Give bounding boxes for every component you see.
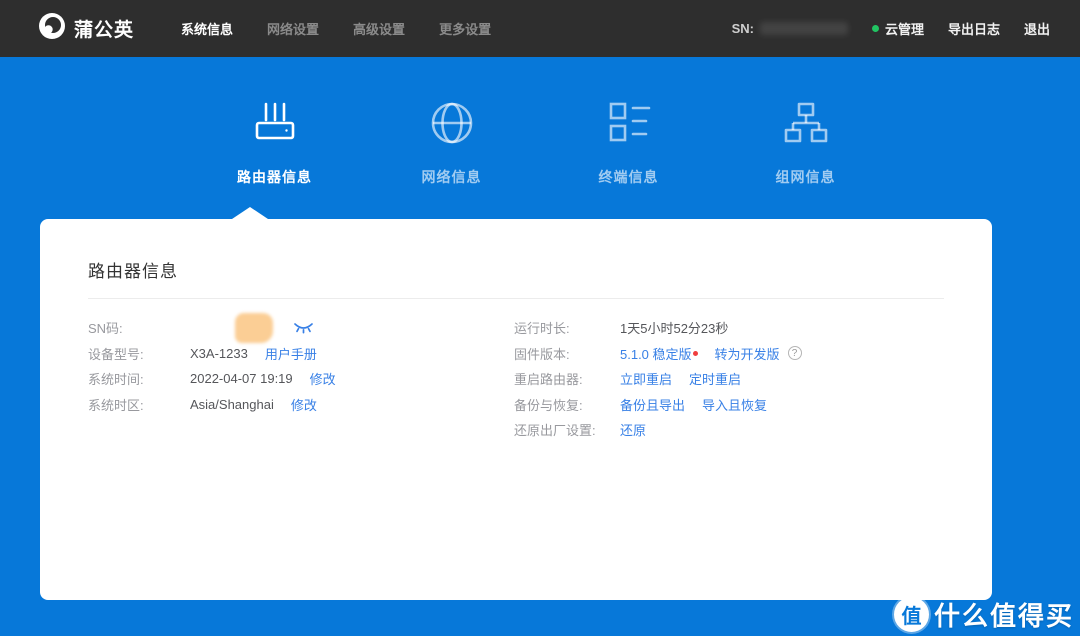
router-info-card: 路由器信息 SN码: 设备型号: X3A-1233 用户手册 系统时间: 202… [40, 207, 992, 600]
device-model-label: 设备型号: [88, 346, 144, 362]
timezone-value: Asia/Shanghai [190, 396, 274, 412]
brand-name: 蒲公英 [74, 20, 135, 41]
terminal-list-icon [603, 97, 655, 149]
main-menu: 系统信息 网络设置 高级设置 更多设置 [172, 13, 500, 44]
menu-item-more-settings[interactable]: 更多设置 [430, 13, 500, 44]
system-time-value: 2022-04-07 19:19 [190, 371, 293, 387]
user-manual-link[interactable]: 用户手册 [265, 344, 317, 363]
globe-icon [426, 97, 478, 149]
info-column-left: SN码: 设备型号: X3A-1233 用户手册 系统时间: 2022-04-0… [88, 312, 514, 443]
cloud-management-link[interactable]: 云管理 [871, 19, 924, 38]
navbar-right: SN: 云管理 导出日志 退出 [732, 19, 1050, 38]
smzdm-watermark-text: 什么值得买 [933, 601, 1074, 631]
system-time-label: 系统时间: [88, 372, 144, 388]
info-grid: SN码: 设备型号: X3A-1233 用户手册 系统时间: 2022-04-0… [88, 312, 944, 443]
row-timezone: 系统时区: Asia/Shanghai 修改 [88, 392, 514, 418]
title-divider [88, 298, 944, 299]
menu-item-advanced-settings[interactable]: 高级设置 [344, 13, 414, 44]
card-title: 路由器信息 [88, 262, 178, 281]
timezone-label: 系统时区: [88, 397, 144, 413]
scheduled-reboot-link[interactable]: 定时重启 [689, 369, 741, 388]
eye-closed-icon[interactable] [293, 321, 314, 334]
firmware-label: 固件版本: [514, 346, 570, 362]
reboot-now-link[interactable]: 立即重启 [620, 369, 672, 388]
info-column-right: 运行时长: 1天5小时52分23秒 固件版本: 5.1.0 稳定版 转为开发版 … [514, 315, 944, 443]
tab-networking-info-label: 组网信息 [775, 169, 836, 185]
help-icon[interactable]: ? [787, 346, 802, 361]
device-model-value: X3A-1233 [190, 345, 248, 361]
tab-terminal-info-label: 终端信息 [598, 169, 659, 185]
tab-router-info[interactable]: 路由器信息 [215, 97, 335, 187]
tab-router-info-label: 路由器信息 [237, 169, 312, 185]
router-icon [249, 97, 301, 149]
row-factory-reset: 还原出厂设置: 还原 [514, 417, 944, 443]
menu-item-network-settings[interactable]: 网络设置 [258, 13, 328, 44]
sn-value-redacted-blob [235, 312, 273, 343]
restore-link[interactable]: 还原 [620, 420, 646, 439]
reboot-label: 重启路由器: [514, 372, 583, 388]
sn-value-redacted [759, 22, 848, 35]
row-backup-restore: 备份与恢复: 备份且导出 导入且恢复 [514, 392, 944, 418]
update-notification-dot [692, 350, 698, 356]
logout-link[interactable]: 退出 [1024, 19, 1050, 38]
row-firmware: 固件版本: 5.1.0 稳定版 转为开发版 ? [514, 341, 944, 367]
topology-icon [780, 97, 832, 149]
section-tabs: 路由器信息 网络信息 终端信息 组网信息 [0, 57, 1080, 187]
row-uptime: 运行时长: 1天5小时52分23秒 [514, 315, 944, 341]
tab-network-info-label: 网络信息 [421, 169, 482, 185]
backup-restore-label: 备份与恢复: [514, 397, 583, 413]
tab-terminal-info[interactable]: 终端信息 [569, 97, 689, 187]
dandelion-logo-icon [38, 12, 66, 45]
import-restore-link[interactable]: 导入且恢复 [702, 395, 767, 414]
device-sn: SN: [732, 21, 848, 36]
menu-item-system-info[interactable]: 系统信息 [172, 13, 242, 44]
row-system-time: 系统时间: 2022-04-07 19:19 修改 [88, 366, 514, 392]
brand-logo[interactable]: 蒲公英 [38, 12, 134, 45]
smzdm-badge-icon: 值 [893, 597, 929, 632]
row-device-model: 设备型号: X3A-1233 用户手册 [88, 341, 514, 367]
smzdm-watermark: 值 什么值得买 [893, 596, 1074, 633]
backup-export-link[interactable]: 备份且导出 [620, 395, 685, 414]
hero-background: 路由器信息 网络信息 终端信息 组网信息 路由器信息 SN码: 设备型号: X3… [0, 57, 1080, 636]
tab-networking-info[interactable]: 组网信息 [746, 97, 866, 187]
online-status-dot [871, 25, 879, 32]
sn-row-label: SN码: [88, 321, 123, 337]
uptime-value: 1天5小时52分23秒 [620, 321, 729, 337]
switch-dev-version-link[interactable]: 转为开发版 [715, 344, 780, 363]
row-reboot: 重启路由器: 立即重启 定时重启 [514, 366, 944, 392]
top-navbar: 蒲公英 系统信息 网络设置 高级设置 更多设置 SN: 云管理 导出日志 退出 [0, 0, 1080, 57]
row-sn: SN码: [88, 312, 514, 343]
modify-timezone-link[interactable]: 修改 [291, 395, 317, 414]
factory-reset-label: 还原出厂设置: [514, 423, 596, 439]
sn-label: SN: [731, 21, 754, 36]
firmware-version-link[interactable]: 5.1.0 稳定版 [620, 344, 692, 363]
modify-time-link[interactable]: 修改 [310, 369, 336, 388]
tab-network-info[interactable]: 网络信息 [392, 97, 512, 187]
cloud-management-label: 云管理 [884, 22, 924, 37]
uptime-label: 运行时长: [514, 321, 570, 337]
export-log-link[interactable]: 导出日志 [948, 19, 1000, 38]
